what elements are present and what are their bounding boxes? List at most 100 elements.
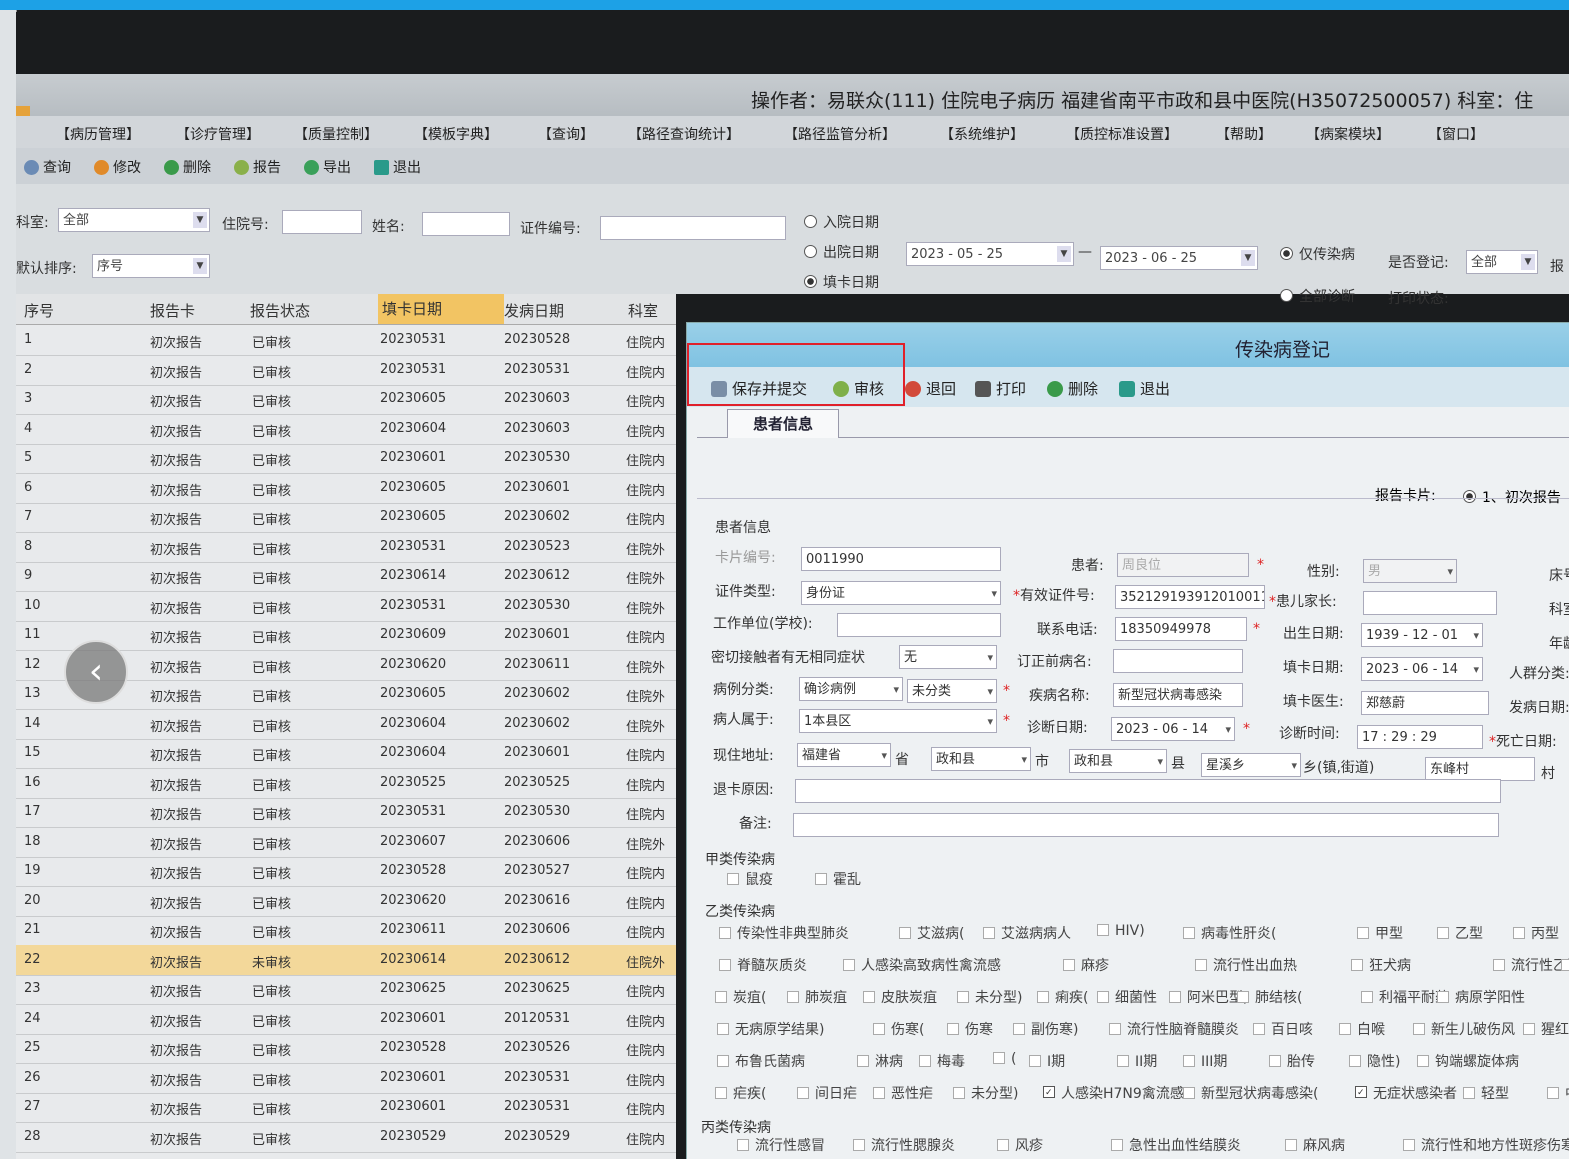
disease-checkbox[interactable]: 新型冠状病毒感染( [1183,1083,1318,1103]
disease-checkbox[interactable]: 流行性感冒 [737,1135,825,1155]
menu-item[interactable]: 【帮助】 [1216,124,1272,144]
col-header[interactable]: 发病日期 [504,300,564,321]
table-row[interactable]: 10 初次报告 已审核 20230531 20230530 住院外 [16,591,676,622]
disease-checkbox[interactable]: 艾滋病( [899,923,964,943]
city-select[interactable]: 政和县 [931,747,1031,771]
radio-fill-date[interactable]: 填卡日期 [804,272,879,292]
disease-checkbox[interactable]: 恶性疟 [873,1083,933,1103]
disease-checkbox[interactable]: 布鲁氏菌病 [717,1051,805,1071]
table-row[interactable]: 3 初次报告 已审核 20230605 20230603 住院内 [16,384,676,415]
town-select[interactable]: 星溪乡 [1201,753,1301,777]
table-row[interactable]: 25 初次报告 已审核 20230528 20230526 住院内 [16,1033,676,1064]
menu-item[interactable]: 【病案模块】 [1306,124,1390,144]
menu-item[interactable]: 【质控标准设置】 [1066,124,1178,144]
table-row[interactable]: 1 初次报告 已审核 20230531 20230528 住院内 [16,325,676,356]
guardian-field[interactable] [1363,591,1497,615]
disease-checkbox[interactable]: 未分型) [953,1083,1018,1103]
disease-checkbox[interactable]: 梅毒 [919,1051,965,1071]
menu-item[interactable]: 【模板字典】 [414,124,498,144]
case-select[interactable]: 确诊病例 [799,677,903,701]
table-row[interactable]: 7 初次报告 已审核 20230605 20230602 住院内 [16,502,676,533]
table-row[interactable]: 28 初次报告 已审核 20230529 20230529 住院内 [16,1122,676,1153]
disease-checkbox[interactable]: 未分型) [957,987,1022,1007]
disease-checkbox[interactable]: 隐性) [1349,1051,1400,1071]
disease-field[interactable]: 新型冠状病毒感染 [1113,683,1243,707]
table-row[interactable]: 8 初次报告 已审核 20230531 20230523 住院外 [16,532,676,563]
card-no-field[interactable]: 0011990 [801,547,1001,571]
disease-checkbox[interactable]: 疟疾( [715,1083,766,1103]
disease-checkbox[interactable]: 病原学阳性 [1437,987,1525,1007]
disease-checkbox[interactable]: 肺结核( [1237,987,1302,1007]
work-field[interactable] [837,613,1001,637]
query-button[interactable]: 查询 [24,157,71,177]
disease-checkbox[interactable]: 炭疽( [715,987,766,1007]
doctor-field[interactable]: 郑慈蔚 [1361,691,1489,715]
table-row[interactable]: 29初次报告已审核2023052920230527住院内 [16,1151,676,1159]
reason-field[interactable] [795,779,1501,803]
table-row[interactable]: 15 初次报告 已审核 20230604 20230601 住院内 [16,738,676,769]
radio-infectious-only[interactable]: 仅传染病 [1280,244,1355,264]
before-field[interactable] [1113,649,1243,673]
table-row[interactable]: 4 初次报告 已审核 20230604 20230603 住院内 [16,414,676,445]
menu-item[interactable]: 【查询】 [538,124,594,144]
disease-checkbox[interactable]: 胎传 [1269,1051,1315,1071]
disease-checkbox[interactable]: 甲型 [1357,923,1403,943]
disease-checkbox[interactable]: 流行性出血热 [1195,955,1297,975]
disease-checkbox[interactable]: 利福平耐药 [1361,987,1449,1007]
disease-checkbox[interactable]: 狂犬病 [1351,955,1411,975]
disease-checkbox[interactable]: 鼠疫 [727,869,773,889]
registered-select[interactable]: 全部 ▼ [1466,250,1538,274]
menu-item[interactable]: 【路径监管分析】 [784,124,896,144]
disease-checkbox[interactable]: 传染性非典型肺炎 [719,923,849,943]
note-field[interactable] [793,813,1499,837]
disease-checkbox[interactable]: III期 [1183,1051,1227,1071]
col-header[interactable]: 科室 [628,300,658,321]
table-row[interactable]: 22 初次报告 未审核 20230614 20230612 住院外 [16,944,676,976]
date-from-picker[interactable]: 2023 - 05 - 25 ▼ [906,242,1074,266]
diag-time-field[interactable]: 17 : 29 : 29 [1357,725,1483,749]
fill-date-picker[interactable]: 2023 - 06 - 14 [1361,657,1483,681]
disease-checkbox[interactable]: I期 [1029,1051,1065,1071]
disease-checkbox[interactable]: 无症状感染者 [1355,1083,1457,1103]
disease-checkbox[interactable]: 猩红 [1523,1019,1569,1039]
disease-checkbox[interactable]: 中型 [1547,1083,1569,1103]
delete-button[interactable]: 删除 [164,157,211,177]
table-row[interactable]: 16 初次报告 已审核 20230525 20230525 住院内 [16,768,676,799]
radio-admission-date[interactable]: 入院日期 [804,212,879,232]
idno-field[interactable]: 352129193912010011 [1115,585,1265,609]
table-row[interactable]: 23 初次报告 已审核 20230625 20230625 住院内 [16,974,676,1005]
table-row[interactable]: 17 初次报告 已审核 20230531 20230530 住院内 [16,797,676,828]
phone-field[interactable]: 18350949978 [1115,617,1247,641]
table-row[interactable]: 19 初次报告 已审核 20230528 20230527 住院内 [16,856,676,887]
disease-checkbox[interactable]: 丙型 [1513,923,1559,943]
disease-checkbox[interactable]: 人感染高致病性禽流感 [843,955,1001,975]
disease-checkbox[interactable]: 流行性腮腺炎 [853,1135,955,1155]
menu-item[interactable]: 【病历管理】 [56,124,140,144]
radio-discharge-date[interactable]: 出院日期 [804,242,879,262]
table-row[interactable]: 20 初次报告 已审核 20230620 20230616 住院内 [16,886,676,917]
disease-checkbox[interactable]: 霍乱 [815,869,861,889]
col-header[interactable]: 报告卡 [150,300,195,321]
menu-item[interactable]: 【路径查询统计】 [628,124,740,144]
table-row[interactable]: 2 初次报告 已审核 20230531 20230531 住院内 [16,355,676,386]
table-row[interactable]: 26 初次报告 已审核 20230601 20230531 住院内 [16,1063,676,1094]
menu-item[interactable]: 【质量控制】 [294,124,378,144]
col-header[interactable]: 序号 [24,300,54,321]
exit-button[interactable]: 退出 [1119,378,1170,399]
disease-checkbox[interactable]: 风疹 [997,1135,1043,1155]
disease-checkbox[interactable]: 轻型 [1463,1083,1509,1103]
table-row[interactable]: 5 初次报告 已审核 20230601 20230530 住院内 [16,443,676,474]
village-field[interactable]: 东峰村 [1425,757,1535,781]
disease-checkbox[interactable]: 流行性脑脊髓膜炎 [1109,1019,1239,1039]
sort-select[interactable]: 序号 ▼ [92,254,210,278]
case-subtype-select[interactable]: 未分类 [907,679,997,703]
disease-checkbox[interactable]: 淋病 [857,1051,903,1071]
menu-item[interactable]: 【系统维护】 [940,124,1024,144]
disease-checkbox[interactable]: 流行性乙型脑炎 [1493,955,1569,975]
disease-checkbox[interactable]: 皮肤炭疽 [863,987,937,1007]
disease-checkbox[interactable]: 百日咳 [1253,1019,1313,1039]
disease-checkbox[interactable]: 人感染H7N9禽流感 [1043,1083,1184,1103]
diag-date-picker[interactable]: 2023 - 06 - 14 [1111,717,1235,741]
disease-checkbox[interactable]: 乙型 [1437,923,1483,943]
disease-checkbox[interactable]: 伤寒( [873,1019,924,1039]
